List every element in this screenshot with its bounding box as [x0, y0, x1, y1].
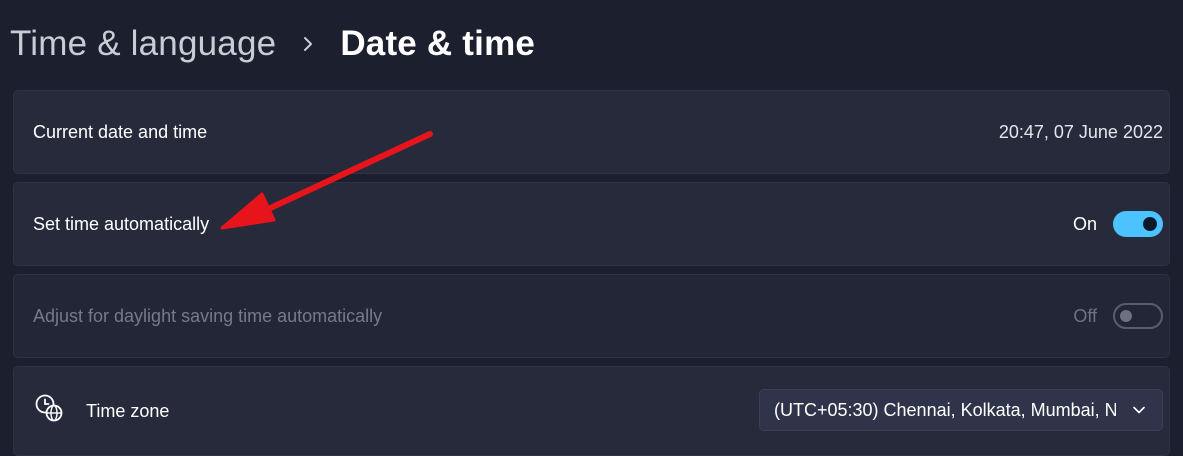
auto-time-card: Set time automatically On — [13, 182, 1170, 266]
page-title: Date & time — [340, 24, 536, 63]
chevron-down-icon — [1133, 406, 1145, 414]
toggle-knob — [1143, 217, 1157, 231]
chevron-right-icon — [304, 37, 313, 51]
daylight-saving-toggle-group: Off — [1073, 303, 1163, 329]
time-zone-selected: (UTC+05:30) Chennai, Kolkata, Mumbai, Ne… — [774, 399, 1116, 420]
auto-time-label: Set time automatically — [33, 213, 210, 234]
current-datetime-value: 20:47, 07 June 2022 — [998, 121, 1163, 142]
current-datetime-label: Current date and time — [33, 121, 208, 142]
breadcrumb: Time & language Date & time — [10, 20, 535, 68]
clock-globe-icon — [35, 394, 63, 422]
daylight-saving-label: Adjust for daylight saving time automati… — [33, 305, 383, 326]
daylight-saving-state: Off — [1073, 305, 1097, 326]
time-zone-label: Time zone — [86, 400, 170, 421]
current-datetime-card: Current date and time 20:47, 07 June 202… — [13, 90, 1170, 174]
toggle-knob — [1120, 310, 1132, 322]
auto-time-state: On — [1072, 213, 1097, 234]
time-zone-dropdown[interactable]: (UTC+05:30) Chennai, Kolkata, Mumbai, Ne… — [759, 389, 1163, 431]
breadcrumb-parent[interactable]: Time & language — [10, 24, 276, 64]
auto-time-toggle[interactable] — [1113, 211, 1163, 237]
auto-time-toggle-group: On — [1073, 211, 1163, 237]
time-zone-card: Time zone (UTC+05:30) Chennai, Kolkata, … — [13, 366, 1170, 456]
daylight-saving-toggle[interactable] — [1113, 303, 1163, 329]
daylight-saving-card: Adjust for daylight saving time automati… — [13, 274, 1170, 358]
